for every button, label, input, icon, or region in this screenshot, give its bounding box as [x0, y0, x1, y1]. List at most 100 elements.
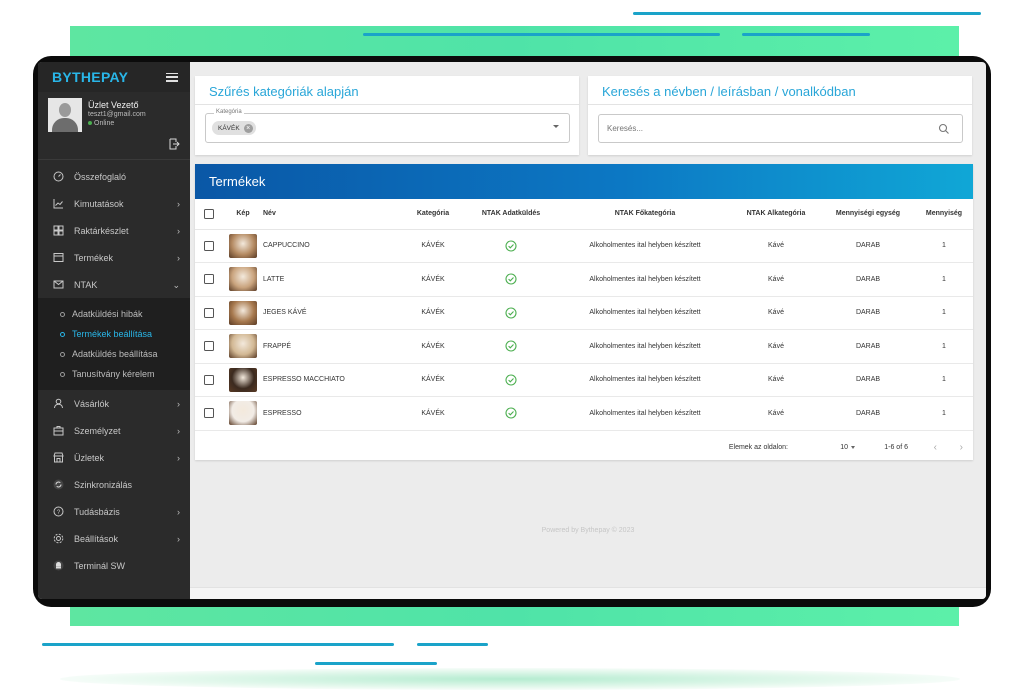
box-icon	[52, 252, 64, 264]
product-thumbnail	[229, 401, 257, 426]
sidebar-item-sync[interactable]: Szinkronizálás	[38, 471, 190, 498]
row-category: KÁVÉK	[403, 396, 463, 431]
main-content: Szűrés kategóriák alapján Kategória KÁVÉ…	[190, 62, 986, 599]
row-image-cell	[223, 329, 263, 364]
row-ntak-send	[463, 396, 559, 431]
row-checkbox[interactable]	[204, 374, 214, 385]
search-icon[interactable]	[938, 123, 950, 135]
chip-remove-icon[interactable]: ×	[243, 123, 253, 133]
row-select-cell	[195, 229, 223, 263]
row-image-cell	[223, 262, 263, 297]
select-all-checkbox[interactable]	[204, 208, 214, 219]
row-unit: DARAB	[821, 329, 915, 364]
menu-toggle-icon[interactable]	[166, 72, 178, 82]
row-ntak-sub: Kávé	[731, 363, 821, 397]
table-row[interactable]: LATTE KÁVÉK Alkoholmentes ital helyben kés…	[195, 262, 973, 297]
col-category[interactable]: Kategória	[403, 199, 463, 230]
prev-page-icon[interactable]: ‹	[934, 442, 937, 453]
sidebar-item-customers[interactable]: Vásárlók ›	[38, 390, 190, 417]
dashboard-icon	[52, 171, 64, 183]
row-ntak-send	[463, 296, 559, 330]
sidebar-item-inventory[interactable]: Raktárkészlet ›	[38, 217, 190, 244]
col-ntak-sub[interactable]: NTAK Alkategória	[731, 199, 821, 230]
divider	[195, 104, 579, 105]
decor-line	[363, 33, 720, 36]
row-checkbox[interactable]	[204, 240, 214, 251]
store-icon	[52, 452, 64, 464]
products-title: Termékek	[209, 174, 266, 189]
sidebar-item-label: Tudásbázis	[74, 506, 120, 517]
row-name: FRAPPÉ	[263, 329, 403, 364]
sidebar-item-settings[interactable]: Beállítások ›	[38, 525, 190, 552]
sidebar-item-products[interactable]: Termékek ›	[38, 244, 190, 271]
svg-text:?: ?	[56, 510, 60, 516]
col-name[interactable]: Név	[263, 199, 403, 230]
user-status: Online	[88, 120, 114, 127]
category-select[interactable]: Kategória KÁVÉK ×	[205, 109, 570, 143]
check-circle-icon	[505, 374, 517, 386]
table-row[interactable]: ESPRESSO KÁVÉK Alkoholmentes ital helyben …	[195, 396, 973, 431]
row-ntak-send	[463, 262, 559, 297]
sidebar-item-staff[interactable]: Személyzet ›	[38, 417, 190, 444]
gear-icon	[52, 533, 64, 545]
row-qty: 1	[915, 329, 973, 364]
product-thumbnail	[229, 267, 257, 292]
sidebar-item-reports[interactable]: Kimutatások ›	[38, 190, 190, 217]
table-row[interactable]: FRAPPÉ KÁVÉK Alkoholmentes ital helyben ké…	[195, 329, 973, 364]
search-title: Keresés a névben / leírásban / vonalkódb…	[602, 84, 856, 99]
avatar	[48, 98, 82, 132]
col-ntak-send[interactable]: NTAK Adatküldés	[463, 199, 559, 230]
sidebar-item-terminal[interactable]: Terminál SW	[38, 552, 190, 579]
row-qty: 1	[915, 296, 973, 330]
row-image-cell	[223, 363, 263, 397]
search-field[interactable]	[598, 114, 963, 143]
decor-line	[742, 33, 870, 36]
app-screen: BYTHEPAY Üzlet Vezető teszt1@gmail.com O…	[38, 62, 986, 599]
submenu-item-send-settings[interactable]: Adatküldés beállítása	[38, 344, 190, 364]
submenu-item-certificate[interactable]: Tanusítvány kérelem	[38, 364, 190, 384]
row-ntak-sub: Kávé	[731, 296, 821, 330]
check-circle-icon	[505, 407, 517, 419]
row-unit: DARAB	[821, 229, 915, 263]
select-all-cell	[195, 199, 223, 230]
brand-logo: BYTHEPAY	[52, 69, 129, 85]
submenu-item-send-errors[interactable]: Adatküldési hibák	[38, 304, 190, 324]
search-card: Keresés a névben / leírásban / vonalkódb…	[588, 76, 972, 155]
table-row[interactable]: CAPPUCCINO KÁVÉK Alkoholmentes ital helybe…	[195, 229, 973, 263]
submenu-item-product-settings[interactable]: Termékek beállítása	[38, 324, 190, 344]
divider	[588, 104, 972, 105]
sidebar-item-overview[interactable]: Összefoglaló	[38, 163, 190, 190]
row-checkbox[interactable]	[204, 307, 214, 318]
logout-icon[interactable]	[168, 138, 180, 150]
products-table: Kép Név Kategória NTAK Adatküldés NTAK F…	[195, 199, 973, 431]
col-unit[interactable]: Mennyiségi egység	[821, 199, 915, 230]
sidebar-item-ntak[interactable]: NTAK ⌄	[38, 271, 190, 298]
mail-icon	[52, 279, 64, 291]
table-row[interactable]: JEGES KÁVÉ KÁVÉK Alkoholmentes ital helybe…	[195, 296, 973, 330]
user-panel: Üzlet Vezető teszt1@gmail.com Online	[38, 92, 190, 160]
category-chip[interactable]: KÁVÉK ×	[212, 121, 256, 135]
search-input[interactable]	[607, 124, 907, 133]
col-qty[interactable]: Mennyiség	[915, 199, 973, 230]
chip-label: KÁVÉK	[218, 124, 240, 132]
sidebar-item-stores[interactable]: Üzletek ›	[38, 444, 190, 471]
row-ntak-sub: Kávé	[731, 329, 821, 364]
row-checkbox[interactable]	[204, 341, 214, 352]
submenu-label: Tanusítvány kérelem	[72, 369, 155, 379]
row-select-cell	[195, 262, 223, 297]
chevron-right-icon: ›	[177, 507, 180, 517]
row-image-cell	[223, 296, 263, 330]
col-image[interactable]: Kép	[223, 199, 263, 230]
next-page-icon[interactable]: ›	[960, 442, 963, 453]
row-name: ESPRESSO	[263, 396, 403, 431]
sidebar-item-knowledge[interactable]: ? Tudásbázis ›	[38, 498, 190, 525]
check-circle-icon	[505, 273, 517, 285]
table-row[interactable]: ESPRESSO MACCHIATO KÁVÉK Alkoholmentes ita…	[195, 363, 973, 397]
row-checkbox[interactable]	[204, 408, 214, 419]
row-checkbox[interactable]	[204, 274, 214, 285]
dropdown-arrow-icon[interactable]	[553, 125, 559, 128]
col-ntak-main[interactable]: NTAK Főkategória	[559, 199, 731, 230]
filter-title: Szűrés kategóriák alapján	[209, 84, 359, 99]
products-header: Termékek	[195, 164, 973, 199]
items-per-page-select[interactable]: 10	[840, 444, 855, 451]
